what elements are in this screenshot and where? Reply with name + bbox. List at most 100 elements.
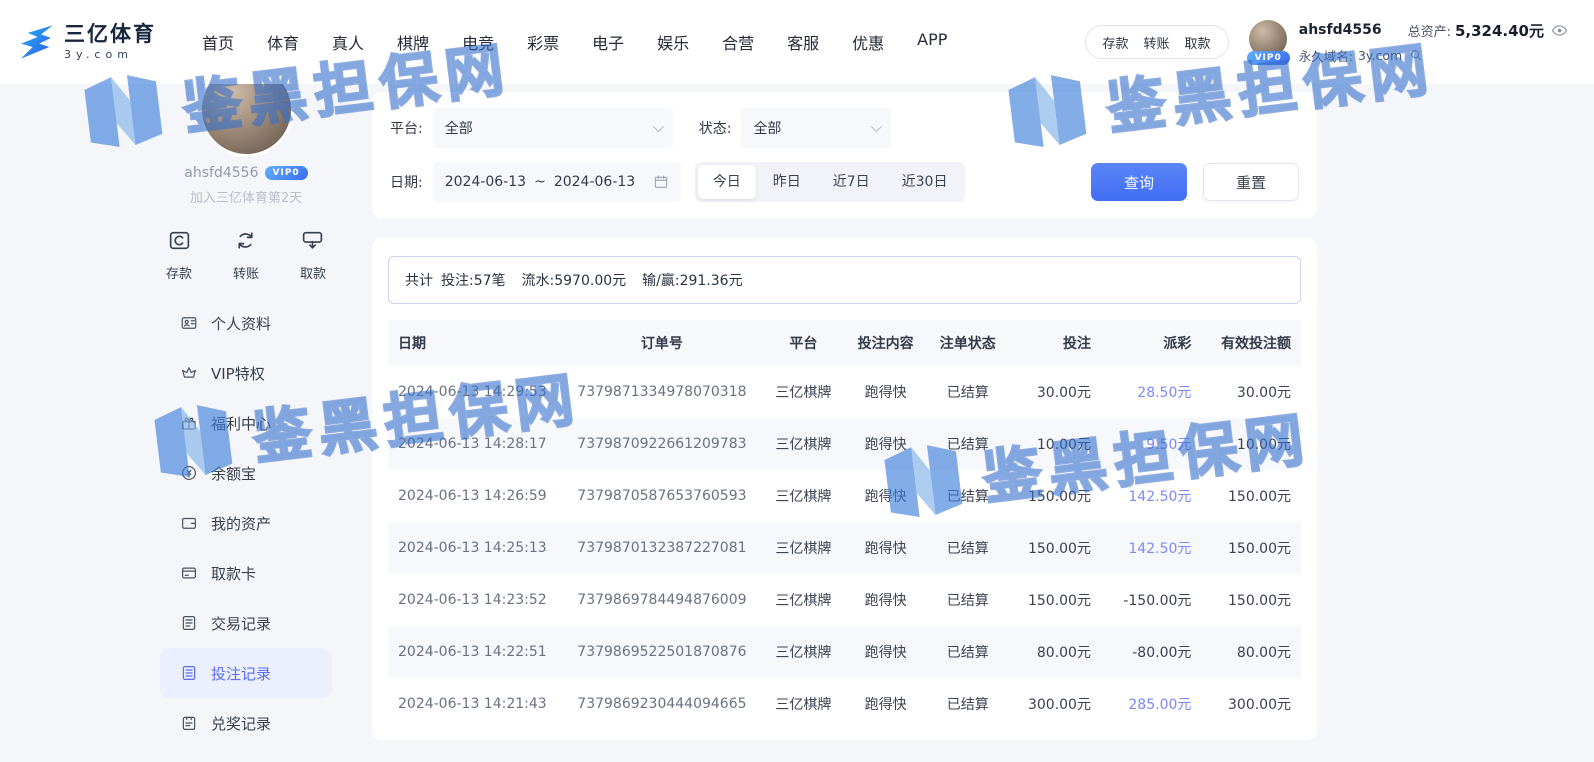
withdraw-label: 取款 bbox=[300, 263, 326, 282]
wallet-pill: 存款 转账 取款 bbox=[1085, 25, 1229, 59]
deposit-label: 存款 bbox=[166, 263, 192, 282]
header-date: 日期 bbox=[388, 320, 561, 366]
wallet-transfer-link[interactable]: 转账 bbox=[1144, 33, 1170, 52]
chevron-down-icon bbox=[652, 121, 663, 132]
transfer-icon bbox=[233, 228, 258, 257]
nav-item-esports[interactable]: 电竞 bbox=[462, 30, 494, 54]
filter-card: 平台: 全部 状态: 全部 日期: 2024-06-13 ~ bbox=[372, 92, 1317, 218]
id-card-icon bbox=[180, 314, 198, 332]
profile-vip-badge: VIP0 bbox=[265, 166, 308, 180]
summary-bar: 共计 投注:57笔 流水:5970.00元 输/赢:291.36元 bbox=[388, 256, 1301, 304]
range-yesterday[interactable]: 昨日 bbox=[758, 165, 816, 199]
nav-item-partnership[interactable]: 合营 bbox=[722, 30, 754, 54]
nav-item-service[interactable]: 客服 bbox=[787, 30, 819, 54]
table-row: 2024-06-13 14:22:51 7379869522501870876 … bbox=[388, 626, 1301, 678]
nav-item-live[interactable]: 真人 bbox=[332, 30, 364, 54]
quick-actions: 存款 转账 取款 bbox=[160, 228, 332, 282]
table-row: 2024-06-13 14:26:59 7379870587653760593 … bbox=[388, 470, 1301, 522]
summary-bets: 投注:57笔 bbox=[441, 270, 506, 290]
sidebar-item-withdraw-card[interactable]: 取款卡 bbox=[160, 548, 332, 598]
header-bet: 投注 bbox=[1009, 320, 1091, 366]
search-icon[interactable] bbox=[1409, 48, 1423, 62]
table-header-row: 日期 订单号 平台 投注内容 注单状态 投注 派彩 有效投注额 bbox=[388, 320, 1301, 366]
coin-icon bbox=[180, 464, 198, 482]
sidebar-item-welfare[interactable]: 福利中心 bbox=[160, 398, 332, 448]
logo-title: 三亿体育 bbox=[64, 23, 156, 46]
date-separator: ~ bbox=[534, 174, 546, 190]
sidebar-item-transactions[interactable]: 交易记录 bbox=[160, 598, 332, 648]
platform-select[interactable]: 全部 bbox=[433, 108, 673, 148]
join-days-text: 加入三亿体育第2天 bbox=[190, 187, 302, 206]
main-nav: 首页 体育 真人 棋牌 电竞 彩票 电子 娱乐 合营 客服 优惠 APP bbox=[202, 30, 947, 54]
nav-item-promotions[interactable]: 优惠 bbox=[852, 30, 884, 54]
reset-button[interactable]: 重置 bbox=[1203, 163, 1299, 201]
logo-icon bbox=[16, 22, 56, 62]
logo-subtitle: 3y.com bbox=[64, 49, 156, 61]
calendar-icon[interactable] bbox=[653, 174, 669, 190]
sidebar-item-profile[interactable]: 个人资料 bbox=[160, 298, 332, 348]
range-7days[interactable]: 近7日 bbox=[818, 165, 885, 199]
sidebar-item-bet-records[interactable]: 投注记录 bbox=[160, 648, 332, 698]
payout-cell: 28.50元 bbox=[1091, 366, 1191, 418]
withdraw-icon bbox=[300, 228, 325, 257]
range-today[interactable]: 今日 bbox=[698, 165, 756, 199]
range-30days[interactable]: 近30日 bbox=[887, 165, 963, 199]
summary-total-label: 共计 bbox=[405, 270, 433, 290]
list-icon bbox=[180, 614, 198, 632]
transfer-quick-action[interactable]: 转账 bbox=[233, 228, 259, 282]
header-content: 投注内容 bbox=[845, 320, 927, 366]
domain-label: 永久域名: bbox=[1299, 46, 1353, 65]
username: ahsfd4556 bbox=[1299, 22, 1382, 38]
header-order: 订单号 bbox=[561, 320, 762, 366]
nav-item-sports[interactable]: 体育 bbox=[267, 30, 299, 54]
payout-cell: 142.50元 bbox=[1091, 522, 1191, 574]
date-from: 2024-06-13 bbox=[445, 174, 526, 190]
assets-value: 5,324.40元 bbox=[1455, 20, 1544, 41]
sidebar: ahsfd4556 VIP0 加入三亿体育第2天 存款 bbox=[160, 92, 332, 762]
payout-cell: 285.00元 bbox=[1091, 678, 1191, 730]
nav-item-home[interactable]: 首页 bbox=[202, 30, 234, 54]
nav-item-entertainment[interactable]: 娱乐 bbox=[657, 30, 689, 54]
crown-icon bbox=[180, 364, 198, 382]
nav-item-slots[interactable]: 电子 bbox=[592, 30, 624, 54]
chevron-down-icon bbox=[871, 121, 882, 132]
wallet-withdraw-link[interactable]: 取款 bbox=[1185, 33, 1211, 52]
content-area: ahsfd4556 VIP0 加入三亿体育第2天 存款 bbox=[0, 84, 1594, 762]
quick-range-group: 今日 昨日 近7日 近30日 bbox=[695, 162, 966, 202]
header-platform: 平台 bbox=[762, 320, 844, 366]
site-logo[interactable]: 三亿体育 3y.com bbox=[16, 22, 156, 62]
navbar-right: 存款 转账 取款 VIP0 ahsfd4556 总资产: 5,324.40元 bbox=[1085, 20, 1568, 65]
sidebar-item-vip[interactable]: VIP特权 bbox=[160, 348, 332, 398]
header-status: 注单状态 bbox=[927, 320, 1009, 366]
sidebar-item-redeem-records[interactable]: 兑奖记录 bbox=[160, 698, 332, 748]
payout-cell: 9.50元 bbox=[1091, 418, 1191, 470]
withdraw-quick-action[interactable]: 取款 bbox=[300, 228, 326, 282]
platform-label: 平台: bbox=[390, 118, 423, 138]
transfer-label: 转账 bbox=[233, 263, 259, 282]
header-valid: 有效投注额 bbox=[1191, 320, 1301, 366]
status-select[interactable]: 全部 bbox=[741, 108, 891, 148]
domain-value: 3y.com bbox=[1358, 48, 1402, 63]
vip-badge: VIP0 bbox=[1247, 51, 1290, 65]
bank-card-icon bbox=[180, 564, 198, 582]
sidebar-menu: 个人资料 VIP特权 福利中心 余额宝 我的资产 bbox=[160, 298, 332, 748]
eye-icon[interactable] bbox=[1551, 22, 1568, 39]
sidebar-item-assets[interactable]: 我的资产 bbox=[160, 498, 332, 548]
table-row: 2024-06-13 14:23:52 7379869784494876009 … bbox=[388, 574, 1301, 626]
search-button[interactable]: 查询 bbox=[1091, 163, 1187, 201]
payout-cell: -80.00元 bbox=[1091, 626, 1191, 678]
nav-item-app[interactable]: APP bbox=[917, 30, 947, 54]
user-block: VIP0 ahsfd4556 总资产: 5,324.40元 bbox=[1247, 20, 1568, 65]
top-navbar: 三亿体育 3y.com 首页 体育 真人 棋牌 电竞 彩票 电子 娱乐 合营 客… bbox=[0, 0, 1594, 84]
deposit-icon bbox=[167, 228, 192, 257]
summary-winloss: 输/赢:291.36元 bbox=[642, 270, 742, 290]
sidebar-item-yuebao[interactable]: 余额宝 bbox=[160, 448, 332, 498]
date-label: 日期: bbox=[390, 172, 423, 192]
nav-item-chess[interactable]: 棋牌 bbox=[397, 30, 429, 54]
date-range-input[interactable]: 2024-06-13 ~ 2024-06-13 bbox=[433, 162, 681, 202]
wallet-deposit-link[interactable]: 存款 bbox=[1103, 33, 1129, 52]
table-row: 2024-06-13 14:21:43 7379869230444094665 … bbox=[388, 678, 1301, 730]
deposit-quick-action[interactable]: 存款 bbox=[166, 228, 192, 282]
header-payout: 派彩 bbox=[1091, 320, 1191, 366]
nav-item-lottery[interactable]: 彩票 bbox=[527, 30, 559, 54]
